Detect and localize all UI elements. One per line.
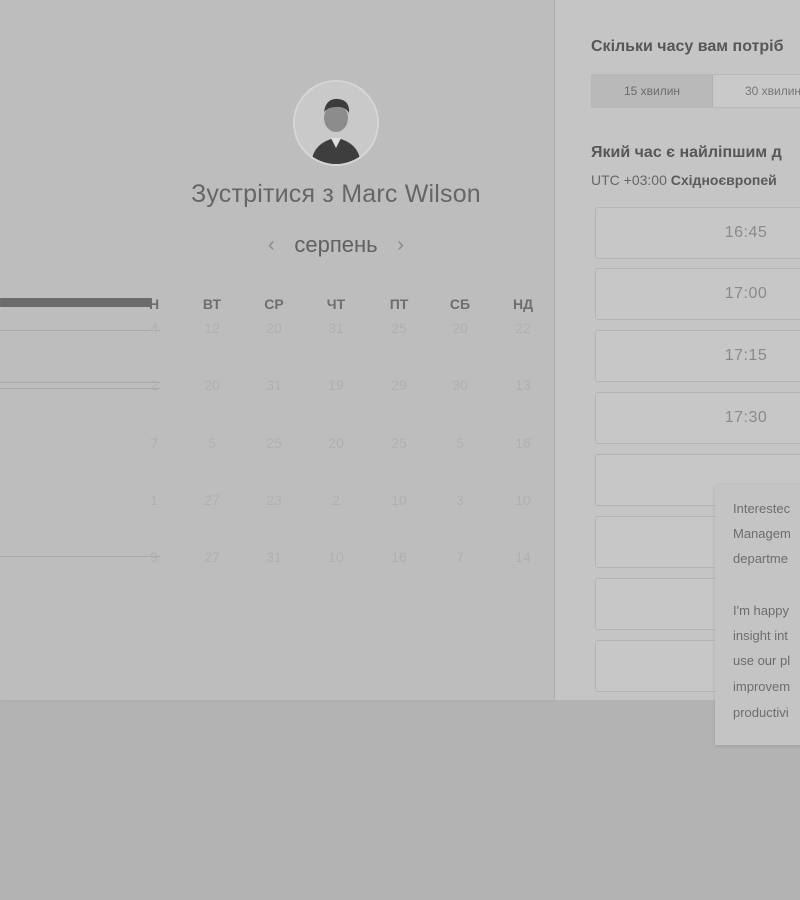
calendar-day[interactable]: 7 xyxy=(134,435,174,451)
popup-text-line: improvem xyxy=(733,679,791,694)
time-slot-label: 17:15 xyxy=(724,347,768,364)
calendar-day[interactable]: 3 xyxy=(440,492,480,508)
calendar-day[interactable]: 29 xyxy=(379,377,419,393)
calendar-day[interactable]: 2 xyxy=(316,492,356,508)
calendar-day[interactable]: 2 xyxy=(134,377,174,393)
loading-bar xyxy=(0,298,152,307)
time-slot[interactable]: 16:45 xyxy=(595,207,800,259)
weekday-header: ПТ xyxy=(389,296,409,312)
calendar-day[interactable]: 10 xyxy=(503,492,543,508)
time-slot[interactable]: 17:30 xyxy=(595,392,800,444)
calendar-day[interactable]: 12 xyxy=(192,320,232,336)
calendar-day[interactable]: 5 xyxy=(192,435,232,451)
calendar-day[interactable]: 25 xyxy=(379,435,419,451)
calendar-day[interactable]: 16 xyxy=(503,435,543,451)
calendar-day[interactable]: 31 xyxy=(316,320,356,336)
chevron-left-icon[interactable]: ‹ xyxy=(264,234,278,257)
time-slot-label: 16:45 xyxy=(724,224,768,241)
calendar-day[interactable]: 13 xyxy=(503,377,543,393)
calendar-day[interactable]: 10 xyxy=(379,492,419,508)
avatar xyxy=(293,80,379,166)
timezone-selector[interactable]: UTC +03:00 Східноєвропей xyxy=(591,172,777,188)
month-navigation: ‹ серпень › xyxy=(250,230,422,260)
calendar-day[interactable]: 20 xyxy=(440,320,480,336)
chevron-right-icon[interactable]: › xyxy=(394,234,408,257)
popup-text-line: Interestec xyxy=(733,501,791,516)
calendar-day[interactable]: 9 xyxy=(134,549,174,565)
time-slot[interactable]: 17:15 xyxy=(595,330,800,382)
timezone-offset: UTC +03:00 xyxy=(591,172,667,188)
calendar-day[interactable]: 31 xyxy=(254,549,294,565)
calendar-day[interactable]: 14 xyxy=(503,549,543,565)
calendar-day[interactable]: 4 xyxy=(134,320,174,336)
calendar-day[interactable]: 10 xyxy=(316,549,356,565)
popup-text-line: use our pl xyxy=(733,653,791,668)
time-slot-label: 17:30 xyxy=(724,409,768,426)
duration-option-30[interactable]: 30 хвилин xyxy=(713,75,800,107)
weekday-header: СР xyxy=(264,296,284,312)
calendar-day[interactable]: 7 xyxy=(440,549,480,565)
time-slot[interactable]: 17:00 xyxy=(595,268,800,320)
calendar-day[interactable]: 5 xyxy=(440,435,480,451)
popup-text-line: Managem xyxy=(733,526,791,541)
calendar-day[interactable]: 1 xyxy=(134,492,174,508)
popup-text-line: departme xyxy=(733,551,788,566)
weekday-header: ВТ xyxy=(202,296,222,312)
meeting-title: Зустрітися з Marc Wilson xyxy=(191,180,481,208)
avatar-photo xyxy=(295,82,377,164)
duration-option-15[interactable]: 15 хвилин xyxy=(592,75,713,107)
calendar-day[interactable]: 20 xyxy=(192,377,232,393)
calendar-day[interactable]: 22 xyxy=(503,320,543,336)
calendar-day[interactable]: 20 xyxy=(254,320,294,336)
weekday-header: Н xyxy=(148,296,160,312)
weekday-header: НД xyxy=(512,296,534,312)
calendar-day[interactable]: 31 xyxy=(254,377,294,393)
popup-text-line: insight int xyxy=(733,628,788,643)
time-question: Який час є найліпшим д xyxy=(591,144,782,161)
weekday-header: СБ xyxy=(449,296,471,312)
duration-tabs: 15 хвилин 30 хвилин xyxy=(591,74,800,108)
calendar-day[interactable]: 19 xyxy=(316,377,356,393)
duration-question: Скільки часу вам потріб xyxy=(591,38,784,55)
timezone-name: Східноєвропей xyxy=(670,172,777,188)
calendar-day[interactable]: 16 xyxy=(379,549,419,565)
calendar-day[interactable]: 25 xyxy=(379,320,419,336)
month-label: серпень xyxy=(294,232,378,257)
chat-message-popup[interactable]: Interestec Managem departme I'm happy in… xyxy=(715,485,800,745)
calendar-panel: Зустрітися з Marc Wilson ‹ серпень › Н В… xyxy=(0,0,554,700)
popup-text-line: productivi xyxy=(733,705,789,720)
time-slot-label: 17:00 xyxy=(724,285,768,302)
weekday-header: ЧТ xyxy=(326,296,346,312)
calendar-day[interactable]: 30 xyxy=(440,377,480,393)
calendar-day[interactable]: 20 xyxy=(316,435,356,451)
calendar-day[interactable]: 27 xyxy=(192,492,232,508)
popup-text-line: I'm happy xyxy=(733,603,789,618)
calendar-day[interactable]: 23 xyxy=(254,492,294,508)
calendar-day[interactable]: 25 xyxy=(254,435,294,451)
calendar-day[interactable]: 27 xyxy=(192,549,232,565)
